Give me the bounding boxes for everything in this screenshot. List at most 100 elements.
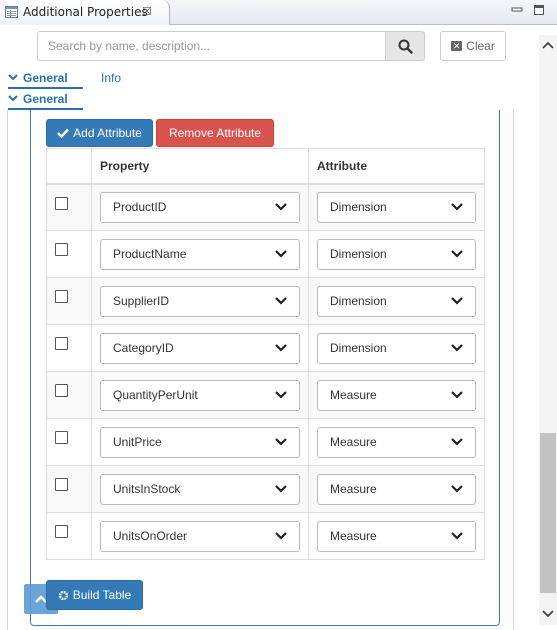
attribute-cell: Dimension <box>308 183 485 231</box>
attribute-cell: Dimension <box>308 277 485 325</box>
table-row: SupplierID Dimension <box>46 277 485 325</box>
view-tab-bar: Additional Properties ☒ <box>0 0 557 25</box>
select-cell <box>46 512 92 560</box>
chevron-down-icon <box>451 531 463 540</box>
property-select[interactable]: QuantityPerUnit <box>100 379 300 411</box>
property-cell: CategoryID <box>91 324 309 372</box>
table-row: QuantityPerUnit Measure <box>46 371 485 419</box>
property-select[interactable]: ProductID <box>100 191 300 223</box>
attribute-select-value: Dimension <box>330 200 387 215</box>
column-header-select <box>46 148 92 185</box>
attribute-select[interactable]: Dimension <box>317 191 476 223</box>
clear-button[interactable]: ✕ Clear <box>440 31 506 61</box>
row-checkbox[interactable] <box>55 384 68 397</box>
select-cell <box>46 324 92 372</box>
attribute-cell: Measure <box>308 371 485 419</box>
scroll-down-icon[interactable] <box>539 604 557 622</box>
remove-attribute-button[interactable]: Remove Attribute <box>156 119 274 147</box>
attribute-cell: Measure <box>308 512 485 560</box>
property-select-value: UnitPrice <box>113 435 162 449</box>
attribute-select[interactable]: Dimension <box>317 285 476 317</box>
chevron-down-icon <box>451 437 463 446</box>
chevron-down-icon <box>275 249 287 258</box>
scroll-up-icon[interactable] <box>539 37 557 55</box>
property-select[interactable]: SupplierID <box>100 285 300 317</box>
property-cell: QuantityPerUnit <box>91 371 309 419</box>
row-checkbox[interactable] <box>55 525 68 538</box>
tab-general-underline <box>8 87 83 89</box>
column-header-attribute: Attribute <box>308 148 485 185</box>
clear-x-icon: ✕ <box>451 41 463 51</box>
property-select-value: SupplierID <box>113 294 170 308</box>
select-cell <box>46 418 92 466</box>
build-table-button[interactable]: Build Table <box>46 580 143 610</box>
chevron-down-icon <box>451 390 463 399</box>
property-select[interactable]: CategoryID <box>100 332 300 364</box>
properties-view-icon <box>5 6 18 18</box>
chevron-down-icon <box>275 531 287 540</box>
property-cell: ProductName <box>91 230 309 278</box>
gear-icon <box>58 590 68 600</box>
chevron-down-icon <box>275 296 287 305</box>
attribute-select[interactable]: Measure <box>317 426 476 458</box>
attribute-select-value: Dimension <box>330 294 387 308</box>
scrollbar-thumb[interactable] <box>540 433 556 593</box>
property-cell: UnitsInStock <box>91 465 309 513</box>
chevron-down-icon <box>275 437 287 446</box>
row-checkbox[interactable] <box>55 431 68 444</box>
property-select[interactable]: UnitsInStock <box>100 473 300 505</box>
maximize-icon[interactable] <box>532 3 546 17</box>
attribute-select[interactable]: Measure <box>317 473 476 505</box>
property-select-value: ProductName <box>113 247 187 261</box>
table-row: UnitsOnOrder Measure <box>46 512 485 560</box>
property-select-value: UnitsOnOrder <box>113 529 188 543</box>
select-cell <box>46 183 92 231</box>
add-attribute-button[interactable]: Add Attribute <box>46 119 153 147</box>
attribute-select-value: Measure <box>330 482 377 496</box>
row-checkbox[interactable] <box>55 290 68 303</box>
divider <box>513 110 514 630</box>
select-cell <box>46 230 92 278</box>
attribute-table: Property Attribute ProductID Dimension Pro… <box>46 148 485 560</box>
attribute-cell: Measure <box>308 465 485 513</box>
row-checkbox[interactable] <box>55 243 68 256</box>
attribute-select-value: Measure <box>330 435 377 449</box>
property-cell: UnitsOnOrder <box>91 512 309 560</box>
attribute-select[interactable]: Measure <box>317 379 476 411</box>
search-input[interactable] <box>37 31 386 61</box>
attribute-select-value: Measure <box>330 388 377 402</box>
property-select-value: CategoryID <box>113 341 174 355</box>
attribute-select-value: Dimension <box>330 247 387 261</box>
close-icon[interactable]: ☒ <box>142 5 152 18</box>
chevron-down-icon <box>451 343 463 352</box>
chevron-down-icon <box>275 202 287 211</box>
attribute-cell: Dimension <box>308 230 485 278</box>
row-checkbox[interactable] <box>55 337 68 350</box>
chevron-down-icon <box>275 390 287 399</box>
attribute-select[interactable]: Dimension <box>317 238 476 270</box>
table-header-row: Property Attribute <box>46 148 485 185</box>
tab-info[interactable]: Info <box>101 71 121 85</box>
property-select[interactable]: ProductName <box>100 238 300 270</box>
attribute-select-value: Dimension <box>330 341 387 355</box>
attribute-select[interactable]: Dimension <box>317 332 476 364</box>
select-cell <box>46 277 92 325</box>
property-cell: SupplierID <box>91 277 309 325</box>
column-header-property: Property <box>91 148 309 185</box>
property-select[interactable]: UnitPrice <box>100 426 300 458</box>
divider <box>7 110 8 630</box>
search-icon <box>398 39 413 54</box>
tab-general-label: General <box>23 71 68 85</box>
attribute-select[interactable]: Measure <box>317 520 476 552</box>
table-row: CategoryID Dimension <box>46 324 485 372</box>
search-button[interactable] <box>385 31 425 61</box>
row-checkbox[interactable] <box>55 478 68 491</box>
property-select[interactable]: UnitsOnOrder <box>100 520 300 552</box>
chevron-down-icon <box>451 484 463 493</box>
view-tab-additional-properties[interactable]: Additional Properties ☒ <box>0 0 170 25</box>
minimize-icon[interactable] <box>510 3 524 17</box>
clear-button-label: Clear <box>466 39 495 53</box>
property-cell: ProductID <box>91 183 309 231</box>
attribute-cell: Measure <box>308 418 485 466</box>
row-checkbox[interactable] <box>55 196 68 210</box>
